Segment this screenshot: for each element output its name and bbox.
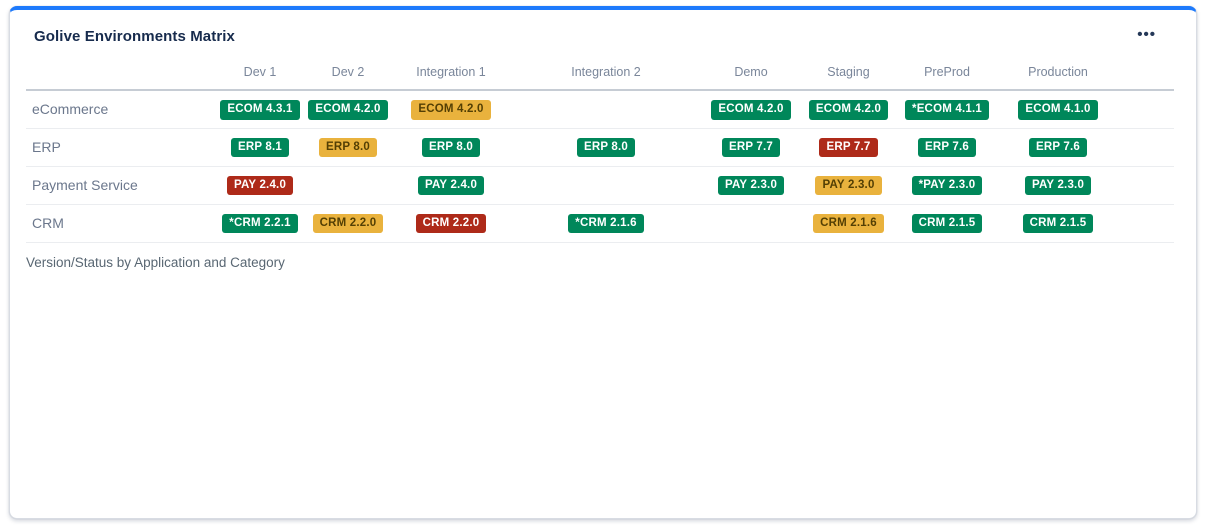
matrix-cell bbox=[510, 166, 702, 204]
version-badge[interactable]: ERP 8.0 bbox=[319, 138, 377, 158]
matrix-cell: ERP 7.6 bbox=[997, 128, 1119, 166]
matrix-cell: *CRM 2.1.6 bbox=[510, 204, 702, 242]
gadget-title: Golive Environments Matrix bbox=[34, 28, 235, 45]
environments-matrix-table: Dev 1Dev 2Integration 1Integration 2Demo… bbox=[26, 59, 1174, 243]
version-badge[interactable]: ECOM 4.2.0 bbox=[411, 100, 490, 120]
matrix-cell: CRM 2.2.0 bbox=[304, 204, 392, 242]
version-badge[interactable]: ERP 8.1 bbox=[231, 138, 289, 158]
version-badge[interactable]: *ECOM 4.1.1 bbox=[905, 100, 989, 120]
version-badge[interactable]: ECOM 4.3.1 bbox=[220, 100, 299, 120]
gadget-subtitle: Version/Status by Application and Catego… bbox=[26, 255, 1172, 270]
version-badge[interactable]: ECOM 4.1.0 bbox=[1018, 100, 1097, 120]
table-row-crm: CRM *CRM 2.2.1 CRM 2.2.0 CRM 2.2.0 *CRM 2.1.… bbox=[26, 204, 1174, 242]
version-badge[interactable]: ECOM 4.2.0 bbox=[809, 100, 888, 120]
table-row-ecommerce: eCommerceECOM 4.3.1 ECOM 4.2.0 ECOM 4.2.0 E… bbox=[26, 90, 1174, 128]
matrix-cell-trailing-spacer bbox=[1119, 166, 1174, 204]
matrix-cell: CRM 2.1.5 bbox=[997, 204, 1119, 242]
column-header-dev-1: Dev 1 bbox=[216, 59, 304, 90]
version-badge[interactable]: ECOM 4.2.0 bbox=[711, 100, 790, 120]
matrix-cell: CRM 2.1.5 bbox=[897, 204, 997, 242]
matrix-cell bbox=[304, 166, 392, 204]
golive-matrix-gadget-card: Golive Environments Matrix ••• Dev 1Dev … bbox=[9, 6, 1197, 519]
gadget-header: Golive Environments Matrix ••• bbox=[10, 10, 1196, 45]
column-header-staging: Staging bbox=[800, 59, 897, 90]
version-badge[interactable]: PAY 2.3.0 bbox=[1025, 176, 1091, 196]
matrix-cell: ERP 8.0 bbox=[304, 128, 392, 166]
matrix-cell: PAY 2.3.0 bbox=[800, 166, 897, 204]
version-badge[interactable]: PAY 2.4.0 bbox=[418, 176, 484, 196]
matrix-cell-trailing-spacer bbox=[1119, 204, 1174, 242]
matrix-cell: PAY 2.3.0 bbox=[997, 166, 1119, 204]
matrix-cell: ERP 7.6 bbox=[897, 128, 997, 166]
matrix-cell: ECOM 4.3.1 bbox=[216, 90, 304, 128]
matrix-cell: PAY 2.3.0 bbox=[702, 166, 800, 204]
table-row-payment-service: Payment Service PAY 2.4.0 PAY 2.4.0 PAY 2.3… bbox=[26, 166, 1174, 204]
matrix-cell: ECOM 4.1.0 bbox=[997, 90, 1119, 128]
matrix-cell: ECOM 4.2.0 bbox=[392, 90, 510, 128]
version-badge[interactable]: ERP 8.0 bbox=[577, 138, 635, 158]
version-badge[interactable]: ERP 7.6 bbox=[918, 138, 976, 158]
version-badge[interactable]: PAY 2.3.0 bbox=[815, 176, 881, 196]
version-badge[interactable]: PAY 2.4.0 bbox=[227, 176, 293, 196]
column-header-integration-2: Integration 2 bbox=[510, 59, 702, 90]
matrix-cell-trailing-spacer bbox=[1119, 90, 1174, 128]
version-badge[interactable]: CRM 2.2.0 bbox=[313, 214, 384, 234]
matrix-cell: ERP 8.0 bbox=[392, 128, 510, 166]
version-badge[interactable]: CRM 2.2.0 bbox=[416, 214, 487, 234]
matrix-cell bbox=[702, 204, 800, 242]
column-header-trailing-spacer bbox=[1119, 59, 1174, 90]
matrix-cell: ECOM 4.2.0 bbox=[800, 90, 897, 128]
version-badge[interactable]: CRM 2.1.6 bbox=[813, 214, 884, 234]
matrix-cell: CRM 2.1.6 bbox=[800, 204, 897, 242]
column-header-integration-1: Integration 1 bbox=[392, 59, 510, 90]
row-header-spacer bbox=[26, 59, 216, 90]
matrix-cell: *CRM 2.2.1 bbox=[216, 204, 304, 242]
matrix-header-row: Dev 1Dev 2Integration 1Integration 2Demo… bbox=[26, 59, 1174, 90]
matrix-cell: PAY 2.4.0 bbox=[216, 166, 304, 204]
matrix-cell-trailing-spacer bbox=[1119, 128, 1174, 166]
version-badge[interactable]: *CRM 2.2.1 bbox=[222, 214, 297, 234]
version-badge[interactable]: ECOM 4.2.0 bbox=[308, 100, 387, 120]
version-badge[interactable]: ERP 8.0 bbox=[422, 138, 480, 158]
row-label: CRM bbox=[26, 204, 216, 242]
version-badge[interactable]: ERP 7.6 bbox=[1029, 138, 1087, 158]
version-badge[interactable]: *PAY 2.3.0 bbox=[912, 176, 983, 196]
matrix-cell: ECOM 4.2.0 bbox=[702, 90, 800, 128]
version-badge[interactable]: ERP 7.7 bbox=[722, 138, 780, 158]
gadget-menu-button[interactable]: ••• bbox=[1129, 26, 1164, 44]
matrix-cell: PAY 2.4.0 bbox=[392, 166, 510, 204]
ellipsis-icon: ••• bbox=[1137, 26, 1156, 43]
version-badge[interactable]: PAY 2.3.0 bbox=[718, 176, 784, 196]
row-label: ERP bbox=[26, 128, 216, 166]
version-badge[interactable]: CRM 2.1.5 bbox=[912, 214, 983, 234]
column-header-demo: Demo bbox=[702, 59, 800, 90]
matrix-cell bbox=[510, 90, 702, 128]
version-badge[interactable]: CRM 2.1.5 bbox=[1023, 214, 1094, 234]
matrix-cell: *PAY 2.3.0 bbox=[897, 166, 997, 204]
column-header-production: Production bbox=[997, 59, 1119, 90]
matrix-table-container: Dev 1Dev 2Integration 1Integration 2Demo… bbox=[26, 59, 1174, 243]
matrix-cell: ERP 7.7 bbox=[800, 128, 897, 166]
column-header-dev-2: Dev 2 bbox=[304, 59, 392, 90]
table-row-erp: ERP ERP 8.1 ERP 8.0 ERP 8.0 ERP 8.0 ERP 7.7 ER… bbox=[26, 128, 1174, 166]
matrix-cell: ERP 7.7 bbox=[702, 128, 800, 166]
version-badge[interactable]: *CRM 2.1.6 bbox=[568, 214, 643, 234]
row-label: Payment Service bbox=[26, 166, 216, 204]
matrix-cell: ERP 8.0 bbox=[510, 128, 702, 166]
matrix-cell: CRM 2.2.0 bbox=[392, 204, 510, 242]
matrix-cell: ERP 8.1 bbox=[216, 128, 304, 166]
matrix-cell: *ECOM 4.1.1 bbox=[897, 90, 997, 128]
matrix-cell: ECOM 4.2.0 bbox=[304, 90, 392, 128]
row-label: eCommerce bbox=[26, 90, 216, 128]
column-header-preprod: PreProd bbox=[897, 59, 997, 90]
version-badge[interactable]: ERP 7.7 bbox=[819, 138, 877, 158]
